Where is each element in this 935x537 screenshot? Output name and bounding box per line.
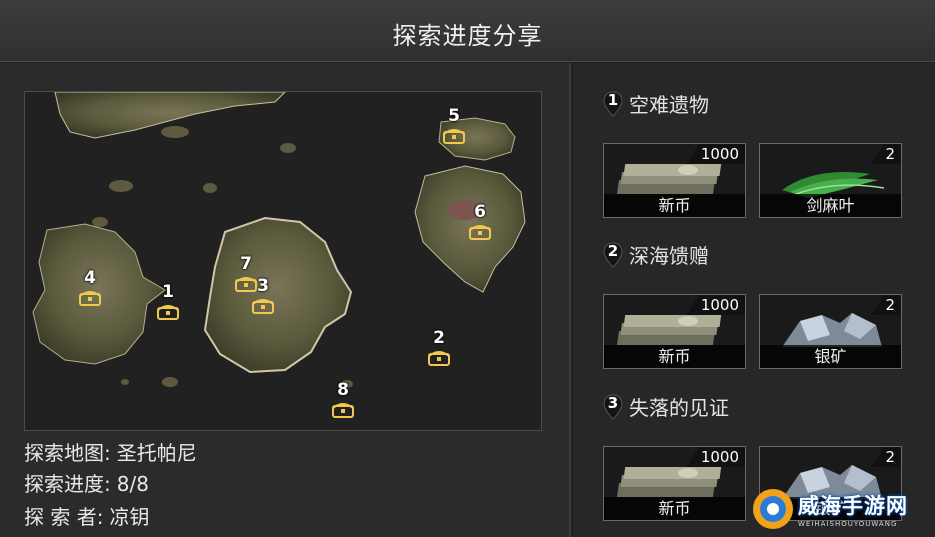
info-map-label: 探索地图: — [24, 441, 111, 465]
chest-icon — [157, 305, 179, 320]
section-3-header: 3 失落的见证 — [603, 392, 903, 420]
info-progress-label: 探索进度: — [24, 472, 111, 496]
reward-item[interactable]: 2 剑麻叶 — [759, 143, 902, 218]
item-name: 剑麻叶 — [760, 194, 901, 217]
section-2-header: 2 深海馈赠 — [603, 240, 903, 268]
info-explorer-label: 探 索 者: — [24, 505, 104, 529]
section-number: 3 — [607, 394, 619, 412]
info-progress-value: 8/8 — [116, 472, 149, 496]
map-marker-5[interactable]: 5 — [439, 106, 469, 146]
watermark-logo-icon — [753, 489, 793, 529]
item-name: 银矿 — [760, 345, 901, 368]
chest-icon — [428, 351, 450, 366]
marker-number: 2 — [433, 328, 445, 348]
section-1-header: 1 空难遗物 — [603, 89, 903, 117]
section-number: 1 — [607, 91, 619, 109]
chest-icon — [79, 291, 101, 306]
reward-item[interactable]: 1000 新币 — [603, 446, 746, 521]
marker-number: 4 — [84, 268, 96, 288]
chest-icon — [443, 129, 465, 144]
info-progress-row: 探索进度: 8/8 — [24, 468, 149, 497]
marker-number: 8 — [337, 380, 349, 400]
map-panel: 1 2 3 4 5 6 7 8 探索地图: 圣托帕尼 探索进度: 8/8 探 索… — [0, 63, 571, 537]
map-marker-2[interactable]: 2 — [424, 328, 454, 368]
reward-item[interactable]: 2 银矿 — [759, 294, 902, 369]
map-marker-4[interactable]: 4 — [75, 268, 105, 308]
info-explorer-value: 凉钥 — [109, 505, 150, 529]
page-title: 探索进度分享 — [392, 22, 543, 50]
title-bar: 探索进度分享 — [0, 0, 935, 62]
island-map: 1 2 3 4 5 6 7 8 — [24, 91, 542, 431]
map-marker-7[interactable]: 7 — [231, 254, 261, 294]
reward-item[interactable]: 1000 新币 — [603, 143, 746, 218]
marker-number: 1 — [162, 282, 174, 302]
section-title: 失落的见证 — [629, 396, 729, 420]
chest-icon — [332, 403, 354, 418]
marker-number: 5 — [448, 106, 460, 126]
rewards-panel: 1 空难遗物 1000 新币 2 剑麻叶 2 深海馈赠 1000 新币 2 银矿… — [573, 63, 935, 537]
item-name: 新币 — [604, 497, 745, 520]
watermark-subtext: WEIHAISHOUYOUWANG — [798, 520, 898, 528]
chest-icon — [252, 299, 274, 314]
info-explorer-row: 探 索 者: 凉钥 — [24, 501, 149, 530]
item-name: 新币 — [604, 194, 745, 217]
section-title: 空难遗物 — [629, 93, 709, 117]
site-watermark: 威海手游网 WEIHAISHOUYOUWANG — [748, 480, 935, 537]
chest-icon — [235, 277, 257, 292]
reward-item[interactable]: 1000 新币 — [603, 294, 746, 369]
marker-number: 7 — [240, 254, 252, 274]
watermark-text: 威海手游网 — [798, 494, 908, 518]
section-number: 2 — [607, 242, 619, 260]
info-map-row: 探索地图: 圣托帕尼 — [24, 437, 197, 466]
chest-icon — [469, 225, 491, 240]
item-name: 新币 — [604, 345, 745, 368]
section-title: 深海馈赠 — [629, 244, 709, 268]
marker-number: 6 — [474, 202, 486, 222]
map-marker-6[interactable]: 6 — [465, 202, 495, 242]
map-marker-1[interactable]: 1 — [153, 282, 183, 322]
map-marker-8[interactable]: 8 — [328, 380, 358, 420]
info-map-value: 圣托帕尼 — [116, 441, 197, 465]
